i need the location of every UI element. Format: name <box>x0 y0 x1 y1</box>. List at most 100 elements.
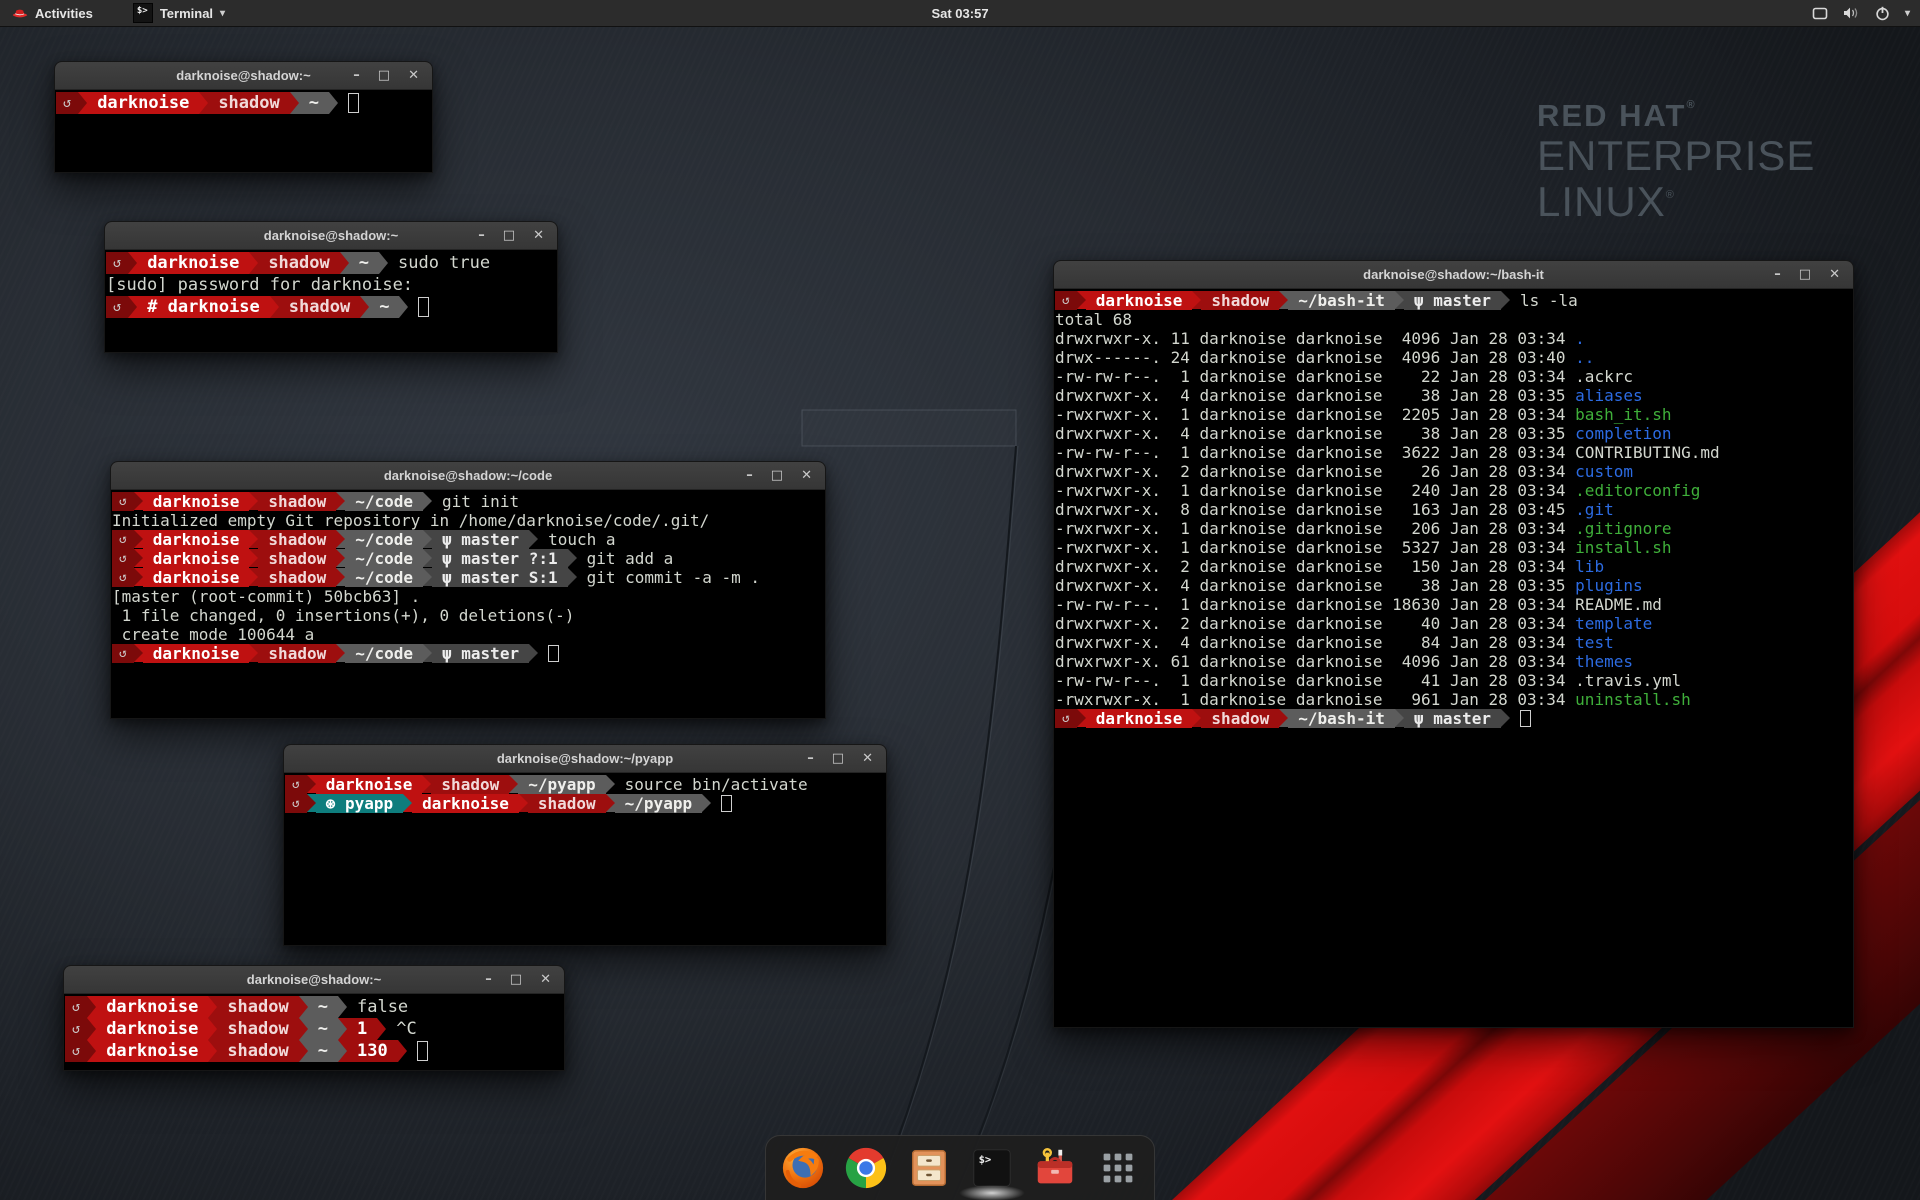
dock-item-toolbox[interactable] <box>1032 1145 1078 1191</box>
close-button[interactable]: ✕ <box>862 745 873 772</box>
prompt-segment-host: shadow <box>258 644 336 663</box>
close-button[interactable]: ✕ <box>1829 261 1840 288</box>
powerline-separator <box>529 644 538 662</box>
file-attributes: drwxrwxr-x. 4 darknoise darknoise 84 Jan… <box>1055 633 1575 652</box>
minimize-button[interactable]: – <box>485 966 492 993</box>
os-logo-icon: ↺ <box>106 252 128 274</box>
file-name: install.sh <box>1575 538 1671 557</box>
command-text: sudo true <box>388 252 490 274</box>
terminal-window[interactable]: darknoise@shadow:~–□✕↺darknoiseshadow~ <box>54 61 433 173</box>
clock[interactable]: Sat 03:57 <box>0 6 1920 21</box>
maximize-button[interactable]: □ <box>510 966 522 993</box>
powerline-separator <box>529 530 538 548</box>
prompt-segment-path: ~/code <box>345 530 423 549</box>
powerline-separator <box>1501 709 1510 727</box>
powerline-separator <box>377 1018 386 1040</box>
ls-row: -rwxrwxr-x. 1 darknoise darknoise 240 Ja… <box>1055 481 1853 500</box>
minimize-button[interactable]: – <box>807 745 814 772</box>
maximize-button[interactable]: □ <box>378 62 390 89</box>
ls-row: drwxrwxr-x. 4 darknoise darknoise 38 Jan… <box>1055 386 1853 405</box>
power-icon[interactable] <box>1875 6 1890 21</box>
terminal-window[interactable]: darknoise@shadow:~/bash-it–□✕↺darknoises… <box>1053 260 1854 1028</box>
ls-row: -rw-rw-r--. 1 darknoise darknoise 22 Jan… <box>1055 367 1853 386</box>
file-attributes: -rw-rw-r--. 1 darknoise darknoise 18630 … <box>1055 595 1575 614</box>
prompt-segment-user: darknoise <box>412 794 519 813</box>
prompt-line: ↺darknoiseshadow~/bash-itψ masterls -la <box>1055 291 1853 310</box>
prompt-segment-ret: 130 <box>347 1040 398 1062</box>
file-name: bash_it.sh <box>1575 405 1671 424</box>
titlebar[interactable]: darknoise@shadow:~/pyapp–□✕ <box>284 745 886 773</box>
dock-item-chrome[interactable] <box>843 1145 889 1191</box>
maximize-button[interactable]: □ <box>503 222 515 249</box>
file-name: .editorconfig <box>1575 481 1700 500</box>
powerline-separator <box>1279 291 1288 309</box>
window-title: darknoise@shadow:~/code <box>111 468 825 483</box>
powerline-separator <box>249 252 258 274</box>
prompt-segment-path: ~ <box>308 1040 338 1062</box>
terminal-cursor <box>417 1041 428 1061</box>
powerline-separator <box>403 794 412 812</box>
os-logo-icon: ↺ <box>56 92 78 114</box>
prompt-segment-path: ~/code <box>345 549 423 568</box>
terminal-window[interactable]: darknoise@shadow:~–□✕↺darknoiseshadow~su… <box>104 221 558 353</box>
os-logo-icon: ↺ <box>112 530 134 549</box>
terminal-content[interactable]: ↺darknoiseshadow~/codegit initInitialize… <box>111 490 825 718</box>
close-button[interactable]: ✕ <box>801 462 812 489</box>
titlebar[interactable]: darknoise@shadow:~/bash-it–□✕ <box>1054 261 1853 289</box>
prompt-line: ↺darknoiseshadow~130 <box>65 1040 564 1062</box>
prompt-line: ↺# darknoiseshadow~ <box>106 296 557 318</box>
ls-row: -rwxrwxr-x. 1 darknoise darknoise 2205 J… <box>1055 405 1853 424</box>
close-button[interactable]: ✕ <box>533 222 544 249</box>
prompt-line: ↺darknoiseshadow~sudo true <box>106 252 557 274</box>
dock-item-app-grid[interactable] <box>1095 1145 1141 1191</box>
prompt-line: ↺darknoiseshadow~/pyappsource bin/activa… <box>285 775 886 794</box>
minimize-button[interactable]: – <box>746 462 753 489</box>
os-logo-icon: ↺ <box>65 996 87 1018</box>
minimize-button[interactable]: – <box>1774 261 1781 288</box>
os-logo-icon: ↺ <box>285 775 307 794</box>
prompt-segment-host: shadow <box>258 549 336 568</box>
titlebar[interactable]: darknoise@shadow:~–□✕ <box>55 62 432 90</box>
prompt-segment-user: darknoise <box>87 92 199 114</box>
dock-item-terminal[interactable]: $> <box>969 1145 1015 1191</box>
ls-row: drwxrwxr-x. 4 darknoise darknoise 38 Jan… <box>1055 576 1853 595</box>
maximize-button[interactable]: □ <box>1799 261 1811 288</box>
display-icon[interactable] <box>1812 7 1828 20</box>
terminal-content[interactable]: ↺darknoiseshadow~ <box>55 90 432 172</box>
os-logo-icon: ↺ <box>285 794 307 813</box>
dock: $> <box>765 1135 1155 1200</box>
maximize-button[interactable]: □ <box>832 745 844 772</box>
prompt-segment-host: shadow <box>258 530 336 549</box>
prompt-segment-git: ψ master <box>432 530 529 549</box>
terminal-window[interactable]: darknoise@shadow:~/code–□✕↺darknoiseshad… <box>110 461 826 719</box>
minimize-button[interactable]: – <box>478 222 485 249</box>
powerline-separator <box>299 996 308 1018</box>
file-attributes: -rw-rw-r--. 1 darknoise darknoise 3622 J… <box>1055 443 1575 462</box>
powerline-separator <box>1192 709 1201 727</box>
chevron-down-icon[interactable]: ▾ <box>1905 8 1910 19</box>
terminal-content[interactable]: ↺darknoiseshadow~/pyappsource bin/activa… <box>284 773 886 945</box>
terminal-content[interactable]: ↺darknoiseshadow~sudo true[sudo] passwor… <box>105 250 557 352</box>
terminal-content[interactable]: ↺darknoiseshadow~false↺darknoiseshadow~1… <box>64 994 564 1070</box>
prompt-segment-path: ~/code <box>345 644 423 663</box>
terminal-content[interactable]: ↺darknoiseshadow~/bash-itψ masterls -lat… <box>1054 289 1853 1027</box>
maximize-button[interactable]: □ <box>771 462 783 489</box>
powerline-separator <box>1395 709 1404 727</box>
minimize-button[interactable]: – <box>353 62 360 89</box>
powerline-separator <box>299 1040 308 1062</box>
close-button[interactable]: ✕ <box>540 966 551 993</box>
prompt-segment-path: ~ <box>369 296 399 318</box>
dock-item-files[interactable] <box>906 1145 952 1191</box>
titlebar[interactable]: darknoise@shadow:~–□✕ <box>105 222 557 250</box>
powerline-separator <box>338 996 347 1018</box>
titlebar[interactable]: darknoise@shadow:~/code–□ ✕ <box>111 462 825 490</box>
close-button[interactable]: ✕ <box>408 62 419 89</box>
dock-item-firefox[interactable] <box>780 1145 826 1191</box>
terminal-window[interactable]: darknoise@shadow:~–□✕↺darknoiseshadow~fa… <box>63 965 565 1071</box>
prompt-segment-host: shadow <box>258 568 336 587</box>
terminal-window[interactable]: darknoise@shadow:~/pyapp–□✕↺darknoisesha… <box>283 744 887 946</box>
prompt-segment-git: ψ master S:1 <box>432 568 568 587</box>
file-attributes: drwxrwxr-x. 11 darknoise darknoise 4096 … <box>1055 329 1575 348</box>
titlebar[interactable]: darknoise@shadow:~–□✕ <box>64 966 564 994</box>
volume-icon[interactable] <box>1843 6 1860 20</box>
